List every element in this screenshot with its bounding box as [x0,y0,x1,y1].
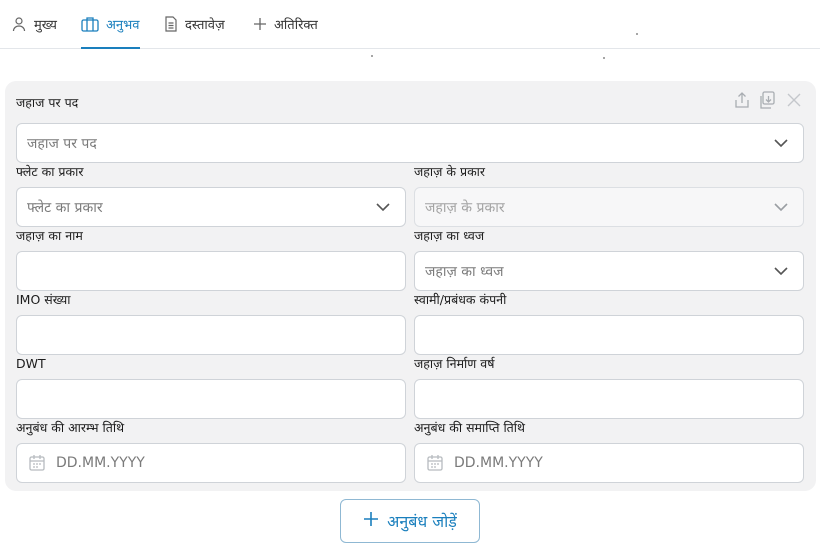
position-select[interactable]: जहाज पर पद [16,123,804,163]
contract-end-date-input[interactable]: DD.MM.YYYY [414,443,804,483]
vessel-name-label: जहाज़ का नाम [16,228,83,243]
tab-bar: मुख्य अनुभव दस्तावेज़ अतिरिक्त [0,0,820,49]
tab-main[interactable]: मुख्य [11,0,57,48]
position-placeholder: जहाज पर पद [27,135,97,152]
dwt-input[interactable] [16,379,406,419]
chevron-down-icon [774,139,788,148]
contract-end-label: अनुबंध की समाप्ति तिथि [414,420,526,435]
vessel-type-label: जहाज़ के प्रकार [414,164,486,179]
tab-additional-label: अतिरिक्त [274,18,318,33]
vessel-flag-label: जहाज़ का ध्वज [414,228,485,243]
contract-start-date-input[interactable]: DD.MM.YYYY [16,443,406,483]
chevron-down-icon [774,203,788,212]
card-actions [732,90,804,110]
vessel-type-placeholder: जहाज़ के प्रकार [425,199,505,216]
chevron-down-icon [376,203,390,212]
speck [636,33,638,35]
build-year-input[interactable] [414,379,804,419]
tab-documents[interactable]: दस्तावेज़ [164,0,225,48]
calendar-icon [29,455,45,471]
add-contract-label: अनुबंध जोड़ें [387,512,457,531]
tab-documents-label: दस्तावेज़ [185,18,225,33]
calendar-icon [427,455,443,471]
dwt-label: DWT [16,356,46,371]
vessel-flag-placeholder: जहाज़ का ध्वज [425,263,504,280]
person-icon [11,16,27,32]
tab-experience-label: अनुभव [106,18,140,33]
close-icon[interactable] [784,90,804,110]
fleet-type-select[interactable]: फ्लेट का प्रकार [16,187,406,227]
speck [603,57,605,59]
upload-icon[interactable] [732,90,752,110]
plus-icon [363,511,379,531]
chevron-down-icon [774,267,788,276]
briefcase-icon [81,16,99,32]
position-label: जहाज पर पद [16,95,79,110]
imo-number-input[interactable] [16,315,406,355]
tab-main-label: मुख्य [34,18,57,33]
owner-company-label: स्वामी/प्रबंधक कंपनी [414,292,507,307]
contract-end-placeholder: DD.MM.YYYY [454,455,543,471]
speck [371,55,373,57]
owner-company-input[interactable] [414,315,804,355]
copy-icon[interactable] [758,90,778,110]
vessel-type-select[interactable]: जहाज़ के प्रकार [414,187,804,227]
add-contract-button[interactable]: अनुबंध जोड़ें [340,499,480,543]
build-year-label: जहाज़ निर्माण वर्ष [414,356,495,371]
plus-icon [253,17,267,31]
vessel-name-input[interactable] [16,251,406,291]
document-icon [164,16,178,32]
tab-experience[interactable]: अनुभव [81,0,140,49]
contract-start-label: अनुबंध की आरम्भ तिथि [16,420,125,435]
tab-additional[interactable]: अतिरिक्त [253,0,318,48]
contract-start-placeholder: DD.MM.YYYY [56,455,145,471]
fleet-type-label: फ्लेट का प्रकार [16,164,84,179]
imo-number-label: IMO संख्या [16,292,71,307]
vessel-flag-select[interactable]: जहाज़ का ध्वज [414,251,804,291]
fleet-type-placeholder: फ्लेट का प्रकार [27,199,103,216]
